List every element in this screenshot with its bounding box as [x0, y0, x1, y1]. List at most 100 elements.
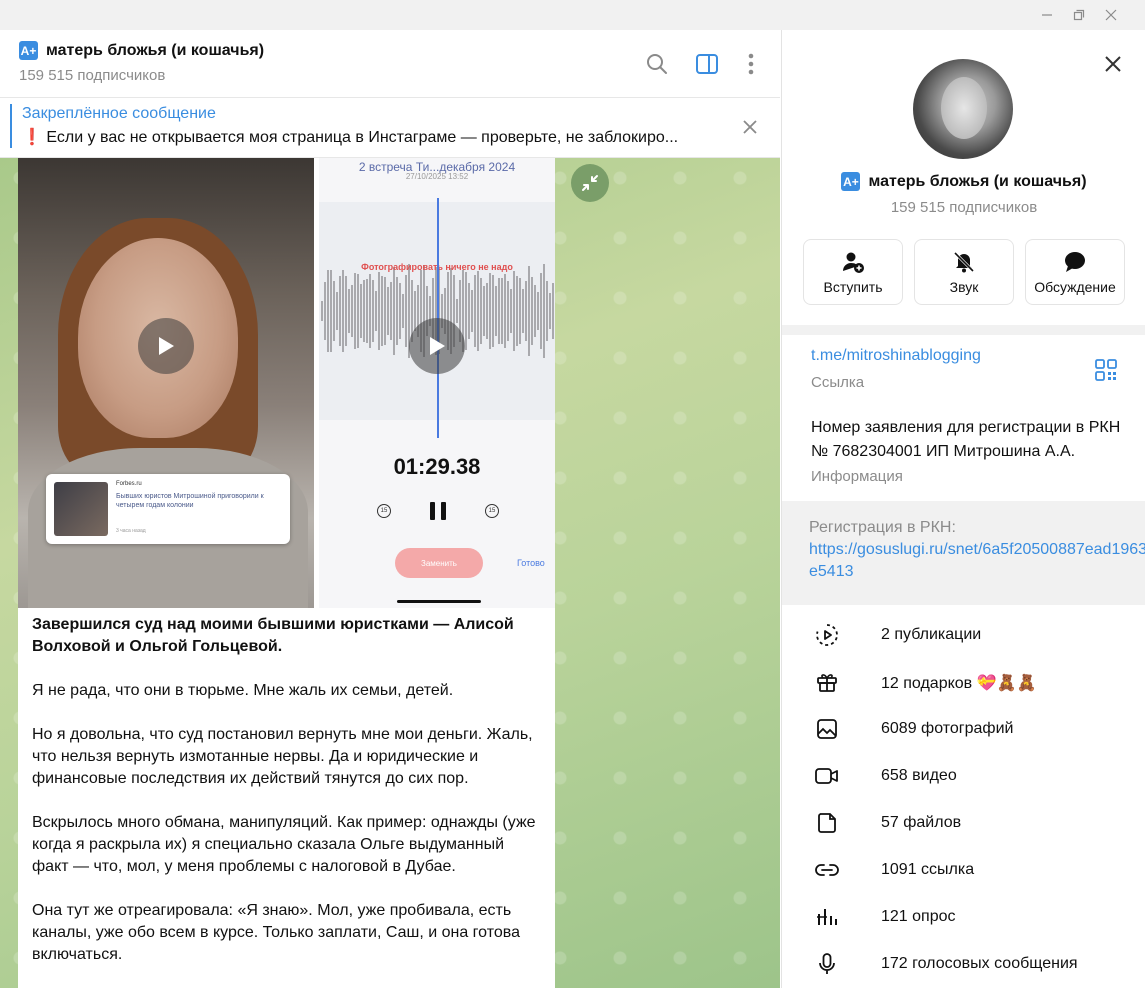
channel-post: Forbes.ru Бывших юристов Митрошиной приг…	[18, 158, 555, 988]
news-thumbnail	[54, 482, 108, 536]
waveform-bar	[510, 289, 512, 333]
news-card: Forbes.ru Бывших юристов Митрошиной приг…	[46, 474, 290, 544]
post-paragraph: Я не рада, что они в тюрьме. Мне жаль их…	[32, 682, 454, 699]
microphone-icon	[814, 951, 840, 977]
stat-files[interactable]: 57 файлов	[782, 810, 1145, 857]
close-icon[interactable]	[1094, 0, 1128, 30]
home-indicator	[397, 600, 481, 603]
waveform-bar	[516, 276, 518, 346]
waveform-bar	[363, 279, 365, 343]
bell-muted-icon	[952, 250, 976, 274]
channel-info-panel: A+ матерь бложья (и кошачья) 159 515 под…	[781, 30, 1145, 988]
replace-button: Заменить	[395, 548, 483, 578]
waveform-bar	[366, 279, 368, 343]
waveform-bar	[456, 298, 458, 324]
waveform-bar	[492, 274, 494, 348]
sound-button[interactable]: Звук	[914, 239, 1014, 305]
waveform-bar	[393, 266, 395, 356]
registration-link[interactable]: https://gosuslugi.ru/snet/6a5f20500887ea…	[809, 539, 1145, 583]
waveform-bar	[507, 281, 509, 341]
channel-link[interactable]: t.me/mitroshinablogging	[811, 347, 981, 365]
more-vertical-icon[interactable]	[737, 50, 765, 78]
minimize-icon[interactable]	[1030, 0, 1064, 30]
play-circle-icon	[814, 622, 840, 648]
poll-icon	[814, 904, 840, 930]
waveform-bar	[546, 281, 548, 341]
collapse-icon[interactable]	[571, 164, 609, 202]
link-icon	[814, 857, 840, 883]
waveform-bar	[348, 288, 350, 334]
discussion-button[interactable]: Обсуждение	[1025, 239, 1125, 305]
waveform-bar	[525, 280, 527, 342]
stat-photos[interactable]: 6089 фотографий	[782, 716, 1145, 763]
post-paragraph: Но я довольна, что суд постановил вернут…	[32, 726, 533, 787]
stat-videos[interactable]: 658 видео	[782, 763, 1145, 810]
pinned-message[interactable]: Закреплённое сообщение ❗️ Если у вас не …	[0, 98, 780, 158]
channel-title[interactable]: A+ матерь бложья (и кошачья)	[19, 41, 264, 60]
stat-label: 658 видео	[881, 767, 957, 784]
close-panel-icon[interactable]	[1101, 52, 1125, 76]
stat-label: 2 публикации	[881, 626, 982, 643]
stat-polls[interactable]: 121 опрос	[782, 904, 1145, 951]
stat-gifts[interactable]: 12 подарков 💝🧸🧸	[782, 669, 1145, 716]
stat-voice[interactable]: 172 голосовых сообщения	[782, 951, 1145, 998]
recording-timer: 01:29.38	[393, 454, 481, 479]
profile-subscriber-count: 159 515 подписчиков	[890, 199, 1038, 216]
waveform-bar	[381, 276, 383, 346]
ready-label: Готово	[517, 558, 545, 568]
restore-icon[interactable]	[1062, 0, 1096, 30]
stat-links[interactable]: 1091 ссылка	[782, 857, 1145, 904]
video-thumbnail-right[interactable]: 2 встреча Ти...декабря 2024 27/10/2025 1…	[319, 158, 555, 608]
channel-badge-icon: A+	[841, 172, 861, 191]
waveform-bar	[342, 270, 344, 352]
waveform-bar	[414, 290, 416, 332]
section-divider	[782, 501, 1145, 511]
stat-posts[interactable]: 2 публикации	[782, 622, 1145, 669]
waveform-bar	[480, 277, 482, 345]
waveform-bar	[519, 278, 521, 344]
waveform-bar	[360, 284, 362, 338]
sidebar-toggle-icon[interactable]	[693, 50, 721, 78]
waveform-bar	[477, 270, 479, 352]
waveform-bar	[384, 276, 386, 346]
pinned-text: ❗️ Если у вас не открывается моя страниц…	[22, 129, 679, 146]
waveform-bar	[351, 284, 353, 338]
waveform-bar	[486, 283, 488, 339]
stat-label: 1091 ссылка	[881, 861, 975, 878]
gift-count: 12 подарков	[881, 675, 973, 692]
play-icon[interactable]	[138, 318, 194, 374]
chat-bubble-icon	[1063, 250, 1087, 274]
waveform-bar	[378, 272, 380, 350]
waveform-bar	[354, 273, 356, 349]
waveform-bar	[333, 280, 335, 342]
stat-label: 12 подарков 💝🧸🧸	[881, 673, 1036, 693]
waveform-bar	[471, 290, 473, 332]
waveform-bar	[498, 277, 500, 345]
qr-code-icon[interactable]	[1095, 359, 1117, 381]
news-source: Forbes.ru	[116, 481, 142, 487]
channel-avatar[interactable]	[913, 59, 1013, 159]
waveform-bar	[357, 273, 359, 349]
channel-link-caption: Ссылка	[811, 374, 865, 391]
waveform-bar	[345, 276, 347, 346]
video-thumbnail-left[interactable]: Forbes.ru Бывших юристов Митрошиной приг…	[18, 158, 314, 608]
gift-emoji: 💝🧸🧸	[976, 675, 1037, 692]
waveform-bar	[465, 271, 467, 351]
pinned-title: Закреплённое сообщение	[22, 105, 216, 122]
add-user-icon	[841, 250, 865, 274]
news-time: 3 часа назад	[116, 528, 146, 534]
waveform-bar	[387, 287, 389, 335]
pinned-close-icon[interactable]	[738, 115, 762, 139]
waveform-bar	[327, 270, 329, 352]
join-button[interactable]: Вступить	[803, 239, 903, 305]
registration-label: Регистрация в РКН:	[809, 519, 956, 536]
search-icon[interactable]	[643, 50, 671, 78]
stat-label: 57 файлов	[881, 814, 962, 831]
channel-badge-icon: A+	[19, 41, 38, 60]
play-icon[interactable]	[409, 318, 465, 374]
post-paragraph: Завершился суд над моими бывшими юристка…	[32, 616, 514, 655]
waveform-bar	[402, 293, 404, 329]
waveform-bar	[330, 270, 332, 352]
waveform-bar	[399, 282, 401, 340]
stat-label: 6089 фотографий	[881, 720, 1014, 737]
